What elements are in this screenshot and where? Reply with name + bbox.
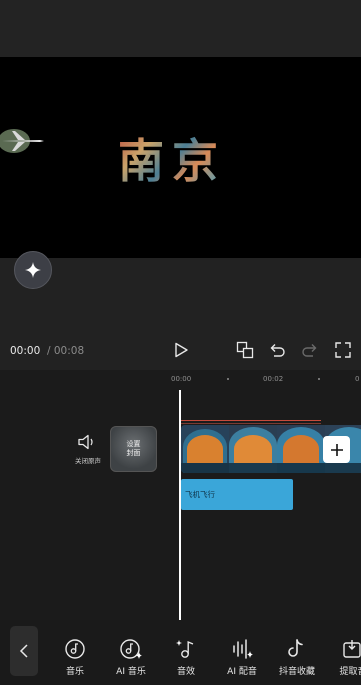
title-text: 南京 <box>118 125 248 191</box>
text-clip-label: 飞机飞行 <box>185 490 215 499</box>
cover-label-line1: 设置 <box>126 440 141 448</box>
undo-button[interactable] <box>267 340 287 360</box>
tool-label: 提取音 <box>339 667 361 677</box>
play-button[interactable] <box>171 340 191 360</box>
cover-label-line2: 封面 <box>126 449 141 457</box>
set-cover-button[interactable]: 设置 封面 <box>110 426 157 472</box>
chevron-left-icon <box>19 644 28 658</box>
plus-icon <box>330 443 343 456</box>
tool-music[interactable]: 音乐 <box>48 638 102 680</box>
tool-label: 音效 <box>176 667 195 677</box>
playhead[interactable] <box>179 390 181 620</box>
extract-audio-icon <box>343 640 361 658</box>
tool-extract-audio[interactable]: 提取音 <box>326 638 361 680</box>
clip-frame <box>229 425 277 473</box>
airplane-graphic <box>0 129 44 153</box>
speaker-icon <box>78 434 93 450</box>
current-time: 00:00 <box>10 345 41 357</box>
play-icon <box>175 342 188 358</box>
tool-label: 音乐 <box>65 667 84 677</box>
fullscreen-icon <box>335 342 351 358</box>
fullscreen-button[interactable] <box>333 340 353 360</box>
douyin-favorites-icon <box>288 639 303 657</box>
video-preview[interactable]: 南京 <box>0 57 361 258</box>
undo-icon <box>270 344 285 357</box>
back-button[interactable] <box>10 626 38 676</box>
keyframe-button[interactable] <box>235 340 255 360</box>
ai-music-icon <box>120 639 142 659</box>
tool-label: AI 配音 <box>227 667 257 677</box>
keyframe-icon <box>236 341 254 359</box>
ruler-mark: 0 <box>355 375 360 383</box>
tool-ai-music[interactable]: AI 音乐 <box>104 638 158 680</box>
ruler-mark: 00:00 <box>171 375 192 383</box>
tool-label: 抖音收藏 <box>278 667 315 677</box>
clip-frame <box>181 425 229 473</box>
ruler-dot <box>227 378 229 380</box>
title-overlay: 南京 <box>118 125 248 188</box>
sound-effect-icon <box>176 640 194 658</box>
text-clip[interactable]: 飞机飞行 <box>181 479 293 510</box>
tool-douyin-favorites[interactable]: 抖音收藏 <box>270 638 324 680</box>
tool-sound-effect[interactable]: 音效 <box>159 638 213 680</box>
music-icon <box>65 639 85 659</box>
ruler-dot <box>318 378 320 380</box>
ai-voice-icon <box>233 639 253 659</box>
tool-ai-voice[interactable]: AI 配音 <box>215 638 269 680</box>
redo-icon <box>302 344 317 357</box>
cover-label: 设置 封面 <box>111 440 156 458</box>
clip-frame <box>277 425 325 473</box>
redo-button[interactable] <box>300 340 320 360</box>
clip-audio-line <box>181 423 321 424</box>
mute-original-button[interactable] <box>77 433 97 451</box>
mute-original-label: 关闭原声 <box>75 457 101 465</box>
total-time: / 00:08 <box>47 345 85 357</box>
top-bar <box>0 0 361 57</box>
ai-magic-button[interactable] <box>14 251 52 289</box>
add-clip-button[interactable] <box>323 436 350 463</box>
sparkle-icon <box>25 262 41 278</box>
ruler-mark: 00:02 <box>263 375 284 383</box>
clip-audio-line <box>181 420 321 421</box>
tool-label: AI 音乐 <box>116 667 146 677</box>
